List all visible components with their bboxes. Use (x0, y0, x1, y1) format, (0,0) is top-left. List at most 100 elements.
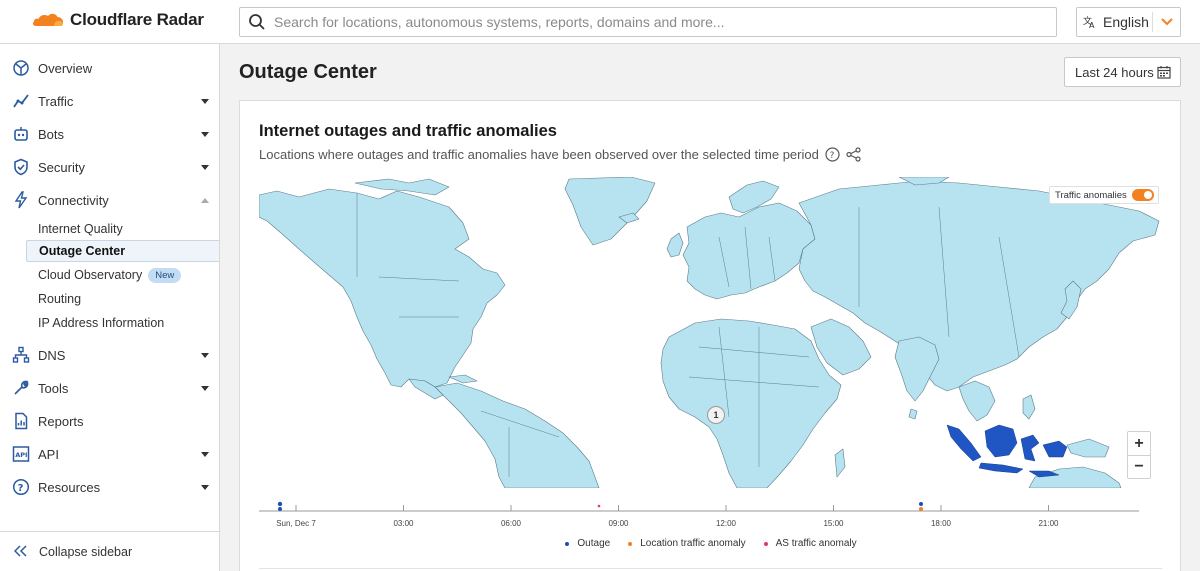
overview-icon (13, 60, 29, 76)
png-shape (1066, 438, 1110, 458)
dns-icon (12, 346, 30, 363)
wrench-icon (14, 380, 29, 395)
cloudflare-logo[interactable]: Cloudflare Radar (32, 10, 204, 30)
sri-lanka-shape (908, 408, 918, 420)
indonesia-outage-region (946, 424, 1068, 478)
card-title: Internet outages and traffic anomalies (259, 122, 557, 140)
sidebar-subitem-outage-center[interactable]: Outage Center (26, 240, 219, 262)
timeline-tick-label: 06:00 (500, 519, 522, 528)
help-circle-icon[interactable]: ? (825, 147, 840, 162)
sidebar-item-traffic[interactable]: Traffic (0, 87, 219, 115)
zoom-in-button[interactable]: + (1128, 432, 1150, 455)
timeline-tick-label: 21:00 (1038, 519, 1059, 528)
caret-down-icon (201, 99, 209, 104)
sidebar-subitem-routing[interactable]: Routing (26, 288, 219, 310)
traffic-anomalies-toggle[interactable]: Traffic anomalies (1049, 186, 1159, 204)
sidebar-item-label: DNS (38, 347, 66, 363)
legend-label: AS traffic anomaly (775, 538, 857, 549)
world-map-svg (259, 177, 1160, 488)
language-select[interactable]: 文A English (1076, 7, 1181, 37)
card-subtitle-row: Locations where outages and traffic anom… (259, 147, 861, 162)
java-shape (978, 462, 1024, 474)
lightning-icon (14, 191, 28, 209)
timeline-tick-label: Sun, Dec 7 (276, 519, 316, 528)
sulawesi-shape (1020, 434, 1040, 462)
svg-text:A: A (1089, 21, 1095, 29)
sidebar-item-label: Security (38, 159, 85, 175)
sidebar-item-security[interactable]: Security (0, 153, 219, 181)
south-america-shape (434, 382, 600, 488)
timeline-tick-label: 18:00 (930, 519, 952, 528)
language-label: English (1103, 14, 1149, 30)
zoom-out-button[interactable]: − (1128, 455, 1150, 478)
collapse-sidebar-label: Collapse sidebar (39, 544, 133, 559)
sidebar-subitem-label: Routing (38, 292, 82, 306)
sidebar-item-bots[interactable]: Bots (0, 120, 219, 148)
sidebar-subitem-label: Cloud Observatory (38, 268, 143, 282)
legend-item[interactable]: Location traffic anomaly (628, 538, 746, 549)
caret-down-icon (201, 165, 209, 170)
sidebar-item-label: Tools (38, 380, 69, 396)
madagascar-shape (834, 448, 846, 478)
timeline-tick-label: 12:00 (715, 519, 737, 528)
time-range-label: Last 24 hours (1075, 64, 1154, 80)
legend-label: Location traffic anomaly (640, 538, 746, 549)
toggle-switch[interactable] (1131, 189, 1154, 201)
double-chevron-left-icon (14, 545, 27, 557)
sidebar-item-resources[interactable]: ? Resources (0, 473, 219, 501)
sidebar-subitem-label: Outage Center (39, 244, 126, 258)
timeline-ticks (295, 505, 1049, 511)
card-subtitle: Locations where outages and traffic anom… (259, 147, 819, 162)
collapse-sidebar-button[interactable]: Collapse sidebar (0, 531, 219, 571)
papua-shape (1042, 440, 1068, 458)
sidebar-subitem-cloud-observatory[interactable]: Cloud Observatory New (26, 264, 219, 286)
sidebar-item-tools[interactable]: Tools (0, 374, 219, 402)
svg-text:?: ? (18, 483, 24, 494)
legend-item[interactable]: Outage (565, 538, 610, 549)
share-icon[interactable] (846, 147, 861, 162)
sidebar-item-overview[interactable]: Overview (0, 54, 219, 82)
svg-text:API: API (15, 451, 27, 459)
africa-shape (660, 318, 842, 488)
outage-event-marker (277, 501, 283, 507)
sidebar-item-dns[interactable]: DNS (0, 341, 219, 369)
se-asia-shape (958, 380, 996, 422)
sidebar-item-label: Traffic (38, 93, 74, 109)
chevron-down-icon (1153, 18, 1180, 26)
timeline[interactable]: Sun, Dec 7 03:00 06:00 09:00 12:00 15:00 18:00… (259, 497, 1162, 537)
caret-down-icon (201, 353, 209, 358)
greenland-shape (564, 177, 656, 246)
sidebar-item-connectivity[interactable]: Connectivity (0, 186, 219, 214)
sidebar-item-label: Overview (38, 60, 93, 76)
australia-shape (1028, 466, 1122, 488)
map-cluster-marker[interactable]: 1 (707, 406, 725, 424)
sidebar-item-label: Reports (38, 413, 84, 429)
cloud-logo-icon (32, 13, 64, 26)
time-range-button[interactable]: Last 24 hours (1064, 57, 1181, 87)
divider (259, 568, 1162, 569)
legend-item[interactable]: AS traffic anomaly (763, 538, 857, 549)
legend-dot (763, 541, 768, 546)
sidebar-subitem-internet-quality[interactable]: Internet Quality (26, 218, 219, 240)
outage-event-marker (919, 502, 923, 506)
caret-up-icon (201, 198, 209, 203)
brand-name: Cloudflare Radar (70, 10, 204, 29)
cuba-shape (448, 374, 478, 384)
search-input[interactable] (274, 14, 1034, 30)
api-icon: API (12, 446, 30, 462)
sidebar-item-label: Connectivity (38, 192, 109, 208)
sidebar: Overview Traffic Bots Security Connectiv… (0, 44, 220, 571)
calendar-icon (1157, 66, 1171, 79)
sidebar-item-api[interactable]: API API (0, 440, 219, 468)
timeline-events (277, 501, 923, 511)
new-badge: New (148, 267, 182, 283)
translate-icon: 文A (1077, 15, 1103, 29)
page-title: Outage Center (239, 61, 377, 83)
search-bar[interactable] (239, 7, 1057, 37)
sidebar-subitem-ip-address-information[interactable]: IP Address Information (26, 312, 219, 334)
world-map[interactable]: Traffic anomalies 1 + − (259, 177, 1162, 488)
sidebar-subitem-label: Internet Quality (38, 222, 123, 236)
india-shape (894, 336, 940, 402)
legend-dot (628, 541, 633, 546)
sidebar-item-reports[interactable]: Reports (0, 407, 219, 435)
